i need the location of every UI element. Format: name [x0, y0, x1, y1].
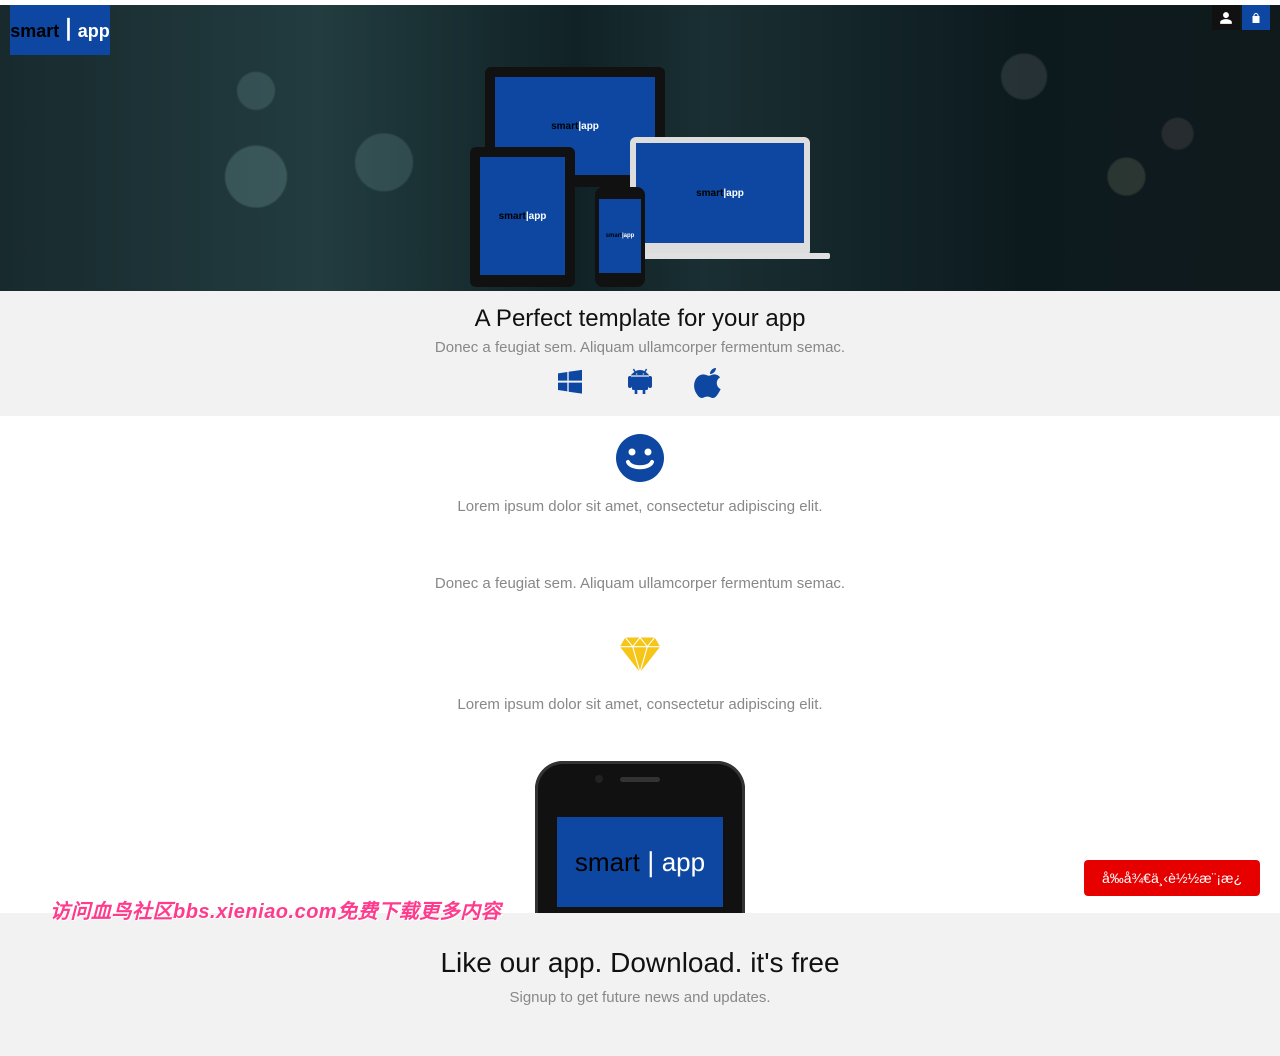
feature-diamond-text: Lorem ipsum dolor sit amet, consectetur …	[0, 696, 1280, 713]
intro-heading: A Perfect template for your app	[0, 305, 1280, 333]
leaf-icon: ❘	[59, 15, 77, 40]
download-banner: Like our app. Download. it's free Signup…	[0, 913, 1280, 1056]
download-template-button[interactable]: å‰å¾€ä¸‹è½½æ¨¡æ¿	[1084, 860, 1260, 896]
logo[interactable]: smart❘app	[10, 5, 110, 55]
watermark-text: 访问血鸟社区bbs.xieniao.com免费下载更多内容	[50, 895, 501, 924]
hero: smart|app smart|app smart|app smart|app	[0, 5, 1280, 291]
download-sub: Signup to get future news and updates.	[0, 989, 1280, 1006]
logo-text: smart❘app	[10, 17, 109, 43]
feature-diamond: Lorem ipsum dolor sit amet, consectetur …	[0, 632, 1280, 713]
phone-camera	[595, 775, 603, 783]
device-laptop: smart|app	[630, 137, 810, 257]
big-phone-screen: smart❘app	[557, 817, 723, 907]
device-mockup: smart|app smart|app smart|app smart|app	[470, 67, 810, 287]
intro-banner: A Perfect template for your app Donec a …	[0, 291, 1280, 416]
smile-icon	[616, 434, 664, 482]
android-icon[interactable]	[624, 366, 656, 398]
platform-row	[0, 366, 1280, 398]
user-icon[interactable]	[1212, 5, 1240, 30]
feature-smile-sub: Donec a feugiat sem. Aliquam ullamcorper…	[0, 575, 1280, 592]
lock-icon[interactable]	[1242, 5, 1270, 30]
apple-icon[interactable]	[694, 366, 726, 398]
features: Lorem ipsum dolor sit amet, consectetur …	[0, 416, 1280, 713]
phone-speaker	[620, 777, 660, 782]
diamond-icon	[616, 632, 664, 680]
logo-part2: app	[78, 21, 110, 41]
feature-smile-text: Lorem ipsum dolor sit amet, consectetur …	[0, 498, 1280, 515]
feature-smile: Lorem ipsum dolor sit amet, consectetur …	[0, 434, 1280, 592]
intro-subtext: Donec a feugiat sem. Aliquam ullamcorper…	[0, 339, 1280, 356]
windows-icon[interactable]	[554, 366, 586, 398]
big-phone-mockup: smart❘app	[535, 761, 745, 913]
download-heading: Like our app. Download. it's free	[0, 947, 1280, 979]
device-tablet: smart|app	[470, 147, 575, 287]
topbar-icons	[1210, 5, 1270, 30]
logo-part1: smart	[10, 21, 59, 41]
device-phone: smart|app	[595, 187, 645, 287]
